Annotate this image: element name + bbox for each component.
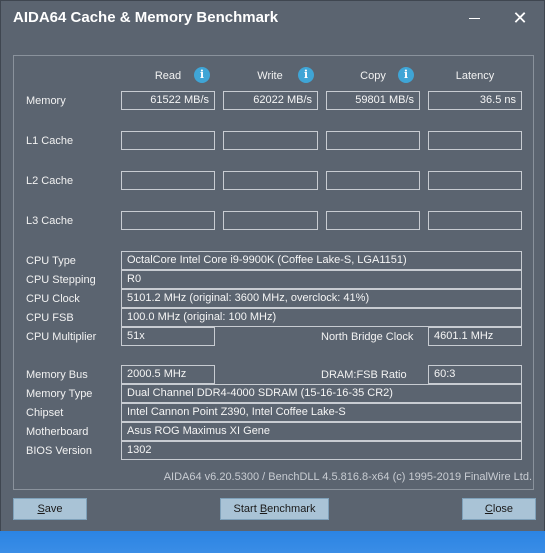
l3-latency-value <box>428 211 522 230</box>
l3-write-value <box>223 211 318 230</box>
cpu-type-label: CPU Type <box>26 255 76 267</box>
memory-read-value: 61522 MB/s <box>121 91 215 110</box>
bios-version-value: 1302 <box>121 441 522 460</box>
l1-latency-value <box>428 131 522 150</box>
cpu-stepping-label: CPU Stepping <box>26 274 96 286</box>
memory-latency-value: 36.5 ns <box>428 91 522 110</box>
close-button[interactable]: Close <box>462 498 536 520</box>
start-benchmark-button[interactable]: Start Benchmark <box>220 498 329 520</box>
start-label-rest: enchmark <box>267 503 316 515</box>
bios-version-label: BIOS Version <box>26 445 93 457</box>
nb-clock-label: North Bridge Clock <box>321 331 414 343</box>
cpu-type-value: OctalCore Intel Core i9-9900K (Coffee La… <box>121 251 522 270</box>
memory-copy-value: 59801 MB/s <box>326 91 420 110</box>
cpu-fsb-label: CPU FSB <box>26 312 74 324</box>
l1-write-value <box>223 131 318 150</box>
l1-copy-value <box>326 131 420 150</box>
write-info-icon[interactable]: i <box>298 67 314 83</box>
window-title: AIDA64 Cache & Memory Benchmark <box>13 9 279 26</box>
close-window-button[interactable]: ✕ <box>505 7 535 29</box>
l2-row-label: L2 Cache <box>26 175 74 187</box>
l1-read-value <box>121 131 215 150</box>
version-footer: AIDA64 v6.20.5300 / BenchDLL 4.5.816.8-x… <box>163 471 532 483</box>
l3-copy-value <box>326 211 420 230</box>
copy-info-icon[interactable]: i <box>398 67 414 83</box>
memory-type-label: Memory Type <box>26 388 93 400</box>
l2-latency-value <box>428 171 522 190</box>
chipset-value: Intel Cannon Point Z390, Intel Coffee La… <box>121 403 522 422</box>
read-info-icon[interactable]: i <box>194 67 210 83</box>
col-header-latency: Latency <box>455 70 495 82</box>
cpu-clock-value: 5101.2 MHz (original: 3600 MHz, overcloc… <box>121 289 522 308</box>
memory-type-value: Dual Channel DDR4-4000 SDRAM (15-16-16-3… <box>121 384 522 403</box>
memory-bus-value: 2000.5 MHz <box>121 365 215 384</box>
chipset-label: Chipset <box>26 407 64 419</box>
cpu-multiplier-value: 51x <box>121 327 215 346</box>
minimize-button[interactable] <box>459 7 489 29</box>
l3-read-value <box>121 211 215 230</box>
close-label-rest: lose <box>492 503 514 515</box>
l2-read-value <box>121 171 215 190</box>
motherboard-value: Asus ROG Maximus XI Gene <box>121 422 522 441</box>
dram-fsb-ratio-label: DRAM:FSB Ratio <box>321 369 407 381</box>
nb-clock-value: 4601.1 MHz <box>428 327 522 346</box>
close-accel: C <box>484 503 493 515</box>
start-label-pre: Start <box>233 503 260 515</box>
memory-bus-label: Memory Bus <box>26 369 88 381</box>
l2-write-value <box>223 171 318 190</box>
benchmark-window: AIDA64 Cache & Memory Benchmark ✕ Read i… <box>0 0 545 553</box>
dram-fsb-ratio-value: 60:3 <box>428 365 522 384</box>
cpu-stepping-value: R0 <box>121 270 522 289</box>
save-label-rest: ave <box>44 503 63 515</box>
save-button[interactable]: Save <box>13 498 87 520</box>
motherboard-label: Motherboard <box>26 426 89 438</box>
memory-row-label: Memory <box>26 95 66 107</box>
cpu-clock-label: CPU Clock <box>26 293 80 305</box>
memory-write-value: 62022 MB/s <box>223 91 318 110</box>
cpu-multiplier-label: CPU Multiplier <box>26 331 97 343</box>
l1-row-label: L1 Cache <box>26 135 74 147</box>
l3-row-label: L3 Cache <box>26 215 74 227</box>
title-bar: AIDA64 Cache & Memory Benchmark ✕ <box>1 1 544 37</box>
l2-copy-value <box>326 171 420 190</box>
cpu-fsb-value: 100.0 MHz (original: 100 MHz) <box>121 308 522 327</box>
desktop-background-strip <box>0 531 545 553</box>
save-accel: S <box>37 503 45 515</box>
